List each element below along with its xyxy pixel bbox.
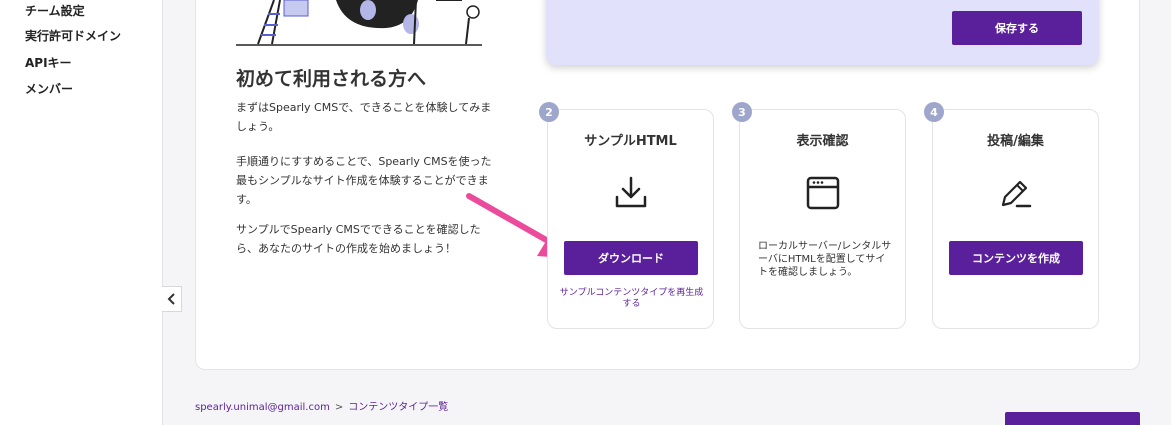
intro-title: 初めて利用される方へ bbox=[236, 68, 427, 90]
intro-paragraph: サンプルでSpearly CMSでできることを確認したら、あなたのサイトの作成を… bbox=[236, 223, 481, 255]
step-title: 表示確認 bbox=[796, 134, 849, 149]
download-icon bbox=[615, 176, 647, 208]
step-number-badge: 4 bbox=[924, 102, 944, 122]
step-number-badge: 3 bbox=[732, 102, 752, 122]
sidebar-collapse-button[interactable] bbox=[162, 286, 182, 312]
intro-paragraph: まずはSpearly CMSで、できることを体験してみましょう。 bbox=[236, 101, 492, 133]
sidebar-item-team-settings[interactable]: チーム設定 bbox=[25, 2, 85, 19]
create-content-button[interactable]: コンテンツを作成 bbox=[949, 241, 1083, 275]
step-card-sample-html: サンプルHTML ダウンロード サンプルコンテンツタイプを再生成する bbox=[547, 109, 714, 329]
regenerate-sample-link[interactable]: サンプルコンテンツタイプを再生成する bbox=[558, 288, 705, 310]
breadcrumb: spearly.unimal@gmail.com > コンテンツタイプ一覧 bbox=[195, 398, 448, 413]
breadcrumb-current-link[interactable]: コンテンツタイプ一覧 bbox=[348, 402, 448, 413]
step-card-preview: 表示確認 ローカルサーバー/レンタルサーバにHTMLを配置してサイトを確認しまし… bbox=[739, 109, 906, 329]
download-button[interactable]: ダウンロード bbox=[564, 241, 698, 275]
save-button[interactable]: 保存する bbox=[952, 11, 1082, 45]
illustration bbox=[236, 0, 482, 47]
step-number-badge: 2 bbox=[539, 102, 559, 122]
save-panel: 保存する bbox=[546, 0, 1099, 65]
pencil-edit-icon bbox=[1001, 180, 1032, 208]
sidebar-item-api-keys[interactable]: APIキー bbox=[25, 54, 72, 71]
sidebar: チーム設定 実行許可ドメイン APIキー メンバー bbox=[0, 0, 163, 425]
bottom-action-button[interactable] bbox=[1005, 412, 1140, 425]
step-title: サンプルHTML bbox=[584, 134, 677, 149]
sidebar-item-members[interactable]: メンバー bbox=[25, 80, 73, 97]
chevron-left-icon bbox=[167, 293, 175, 305]
step-description: ローカルサーバー/レンタルサーバにHTMLを配置してサイトを確認しましょう。 bbox=[758, 241, 892, 278]
breadcrumb-email-link[interactable]: spearly.unimal@gmail.com bbox=[195, 402, 330, 413]
sidebar-item-allowed-domains[interactable]: 実行許可ドメイン bbox=[25, 27, 121, 44]
step-title: 投稿/編集 bbox=[987, 134, 1044, 149]
intro-paragraph: 手順通りにすすめることで、Spearly CMSを使った最もシンプルなサイト作成… bbox=[236, 155, 492, 206]
breadcrumb-separator: > bbox=[334, 402, 344, 413]
step-card-post-edit: 投稿/編集 コンテンツを作成 bbox=[932, 109, 1099, 329]
browser-window-icon bbox=[806, 176, 840, 210]
